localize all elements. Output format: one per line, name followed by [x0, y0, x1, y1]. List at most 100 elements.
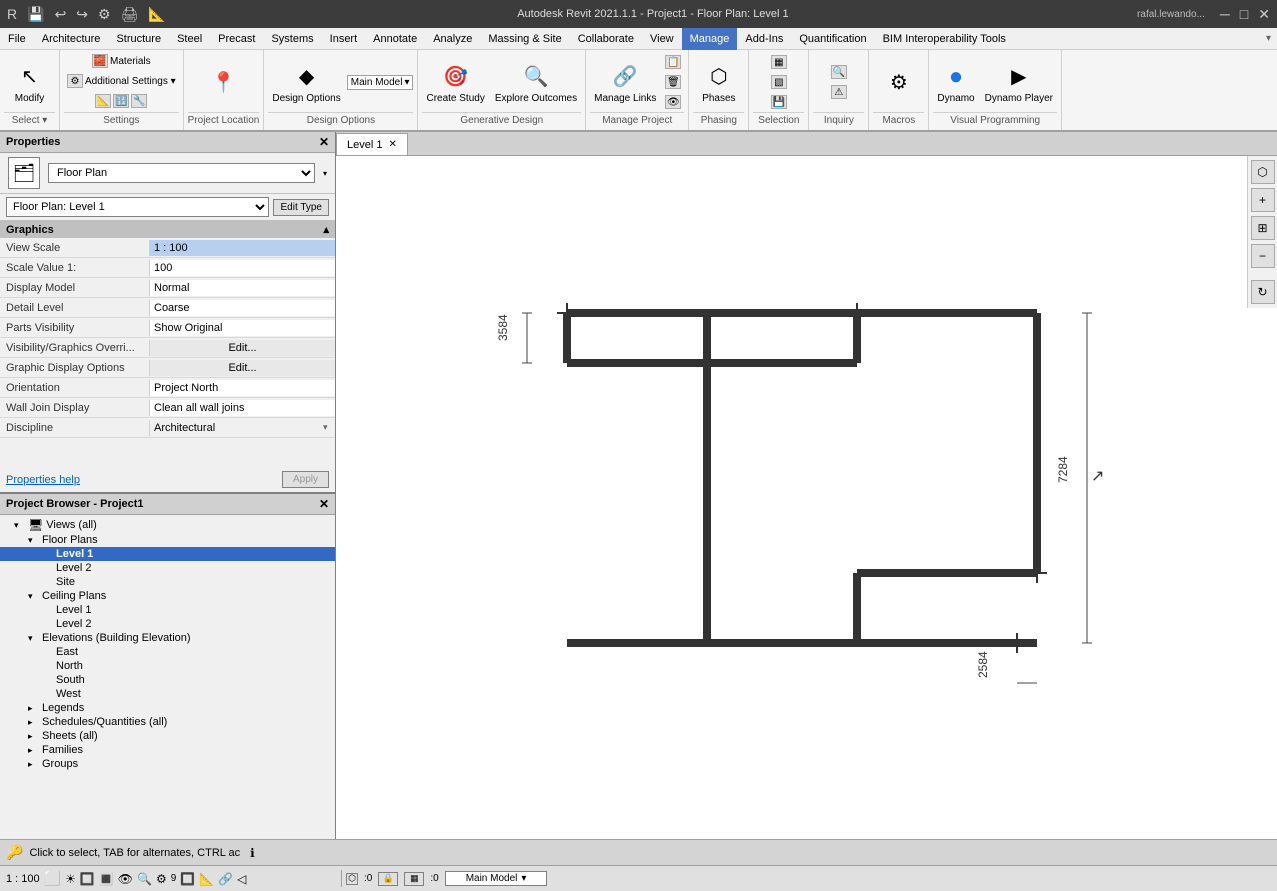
minimize-btn[interactable]: ─	[1217, 4, 1233, 24]
tree-item-level2-floor[interactable]: Level 2	[0, 561, 335, 575]
prop-value-graphic-display[interactable]: Edit...	[150, 360, 335, 376]
menu-massing[interactable]: Massing & Site	[480, 28, 569, 50]
tree-item-families[interactable]: ▸ Families	[0, 743, 335, 757]
prop-value-visibility-graphics[interactable]: Edit...	[150, 340, 335, 356]
coord-lock-btn[interactable]: 🔒	[378, 872, 398, 886]
design-options-button[interactable]: ◆ Design Options	[268, 59, 344, 106]
prop-value-discipline[interactable]: Architectural	[150, 420, 323, 436]
tree-item-level1[interactable]: Level 1	[0, 547, 335, 561]
view-control-4[interactable]: 🔳	[99, 872, 114, 886]
inquiry-ids-btn[interactable]: 🔍	[828, 63, 850, 81]
manage-links-button[interactable]: 🔗 Manage Links	[590, 59, 660, 106]
tree-item-legends[interactable]: ▸ Legends	[0, 701, 335, 715]
options-btn[interactable]: ⚙	[95, 4, 114, 25]
additional-settings-button[interactable]: ⚙Additional Settings ▾	[64, 72, 179, 90]
apply-button[interactable]: Apply	[282, 471, 329, 488]
view-control-1[interactable]: ⬜	[44, 870, 61, 887]
view-control-9[interactable]: 📐	[199, 872, 214, 886]
status-info-icon[interactable]: ℹ	[250, 846, 255, 860]
view-control-5[interactable]: 👁	[118, 872, 133, 886]
menu-analyze[interactable]: Analyze	[425, 28, 480, 50]
menu-structure[interactable]: Structure	[108, 28, 169, 50]
dynamo-button[interactable]: ● Dynamo	[933, 59, 978, 106]
tree-item-ceiling-level2[interactable]: Level 2	[0, 617, 335, 631]
view-control-3[interactable]: 🔲	[80, 872, 95, 886]
tree-item-site[interactable]: Site	[0, 575, 335, 589]
revit-logo[interactable]: R	[4, 4, 20, 24]
measure-btn[interactable]: 📐	[145, 4, 168, 25]
phases-button[interactable]: ⬡ Phases	[698, 59, 739, 106]
menu-view[interactable]: View	[642, 28, 682, 50]
level-select-btn[interactable]: ▦	[404, 872, 424, 886]
tree-item-north[interactable]: North	[0, 659, 335, 673]
selection-load-btn[interactable]: ▧	[768, 73, 790, 91]
prop-value-wall-join[interactable]: Clean all wall joins	[150, 400, 335, 416]
3d-view-btn[interactable]: ⬡	[1251, 160, 1275, 184]
properties-scroll[interactable]: View Scale 1 : 100 Scale Value 1: 100 Di…	[0, 238, 335, 467]
redo-btn[interactable]: ↪	[73, 4, 91, 25]
explore-outcomes-button[interactable]: 🔍 Explore Outcomes	[491, 59, 581, 106]
tree-item-elevations[interactable]: ▾ Elevations (Building Elevation)	[0, 631, 335, 645]
selection-save-btn[interactable]: 💾	[768, 93, 790, 111]
graphics-section-header[interactable]: Graphics ▴	[0, 221, 335, 238]
print-btn[interactable]: 🖨	[118, 4, 142, 25]
view-control-7[interactable]: ⚙	[156, 872, 167, 886]
macros-button[interactable]: ⚙	[879, 64, 919, 100]
undo-btn[interactable]: ↩	[52, 4, 70, 25]
dynamo-player-button[interactable]: ▶ Dynamo Player	[981, 59, 1057, 106]
menu-addins[interactable]: Add-Ins	[737, 28, 791, 50]
selection-filter-btn[interactable]: ▦	[768, 53, 790, 71]
menu-collaborate[interactable]: Collaborate	[570, 28, 642, 50]
prop-value-parts-visibility[interactable]: Show Original	[150, 320, 335, 336]
view-control-2[interactable]: ☀	[65, 872, 76, 886]
tree-item-groups[interactable]: ▸ Groups	[0, 757, 335, 771]
tree-item-ceiling-plans[interactable]: ▾ Ceiling Plans	[0, 589, 335, 603]
close-btn[interactable]: ✕	[1255, 4, 1273, 25]
view-control-10[interactable]: 🔗	[218, 872, 233, 886]
status-icon[interactable]: 🔑	[6, 844, 23, 861]
zoom-in-btn[interactable]: +	[1251, 188, 1275, 212]
zoom-out-btn[interactable]: −	[1251, 244, 1275, 268]
save-btn[interactable]: 💾	[24, 4, 47, 25]
materials-button[interactable]: 🧱Materials	[89, 52, 154, 70]
tree-item-ceiling-level1[interactable]: Level 1	[0, 603, 335, 617]
prop-value-scale-value[interactable]: 100	[150, 260, 335, 276]
view-control-8[interactable]: 🔲	[180, 872, 195, 886]
tree-item-east[interactable]: East	[0, 645, 335, 659]
menu-precast[interactable]: Precast	[210, 28, 263, 50]
modify-button[interactable]: ↖ Modify	[10, 59, 50, 106]
prop-value-orientation[interactable]: Project North	[150, 380, 335, 396]
menu-architecture[interactable]: Architecture	[34, 28, 109, 50]
ribbon-expand-icon[interactable]: ▾	[1266, 33, 1271, 44]
menu-steel[interactable]: Steel	[169, 28, 210, 50]
snap-settings-button[interactable]: 📐 🔢 🔧	[92, 92, 150, 110]
zoom-fit-btn[interactable]: ⊞	[1251, 216, 1275, 240]
project-browser-close-btn[interactable]: ✕	[319, 497, 329, 511]
create-study-button[interactable]: 🎯 Create Study	[422, 59, 488, 106]
model-select-dropdown[interactable]: Main Model ▾	[445, 871, 548, 886]
prop-value-detail-level[interactable]: Coarse	[150, 300, 335, 316]
tree-item-schedules[interactable]: ▸ Schedules/Quantities (all)	[0, 715, 335, 729]
menu-file[interactable]: File	[0, 28, 34, 50]
tab-level1-close[interactable]: ✕	[388, 139, 396, 150]
rotate-btn[interactable]: ↻	[1251, 280, 1275, 304]
worksets-btn[interactable]: ⬡	[346, 873, 358, 885]
menu-systems[interactable]: Systems	[263, 28, 321, 50]
purge-btn[interactable]: 🗑	[662, 73, 684, 91]
properties-help-link[interactable]: Properties help	[6, 474, 80, 486]
review-btn[interactable]: 👁	[662, 93, 684, 111]
tree-item-floor-plans[interactable]: ▾ Floor Plans	[0, 533, 335, 547]
menu-annotate[interactable]: Annotate	[365, 28, 425, 50]
main-model-dropdown[interactable]: Main Model▾	[347, 75, 414, 90]
discipline-scroll-down[interactable]: ▾	[323, 422, 335, 433]
tree-item-views-all[interactable]: ▾ 🖥 Views (all)	[0, 517, 335, 533]
tab-level1[interactable]: Level 1 ✕	[336, 133, 408, 155]
prop-value-display-model[interactable]: Normal	[150, 280, 335, 296]
menu-manage[interactable]: Manage	[682, 28, 738, 50]
type-dropdown[interactable]: Floor Plan	[48, 163, 315, 183]
project-location-button[interactable]: 📍	[204, 64, 244, 100]
properties-close-btn[interactable]: ✕	[319, 135, 329, 149]
maximize-btn[interactable]: □	[1237, 4, 1251, 24]
menu-bim[interactable]: BIM Interoperability Tools	[875, 28, 1014, 50]
prop-value-view-scale[interactable]: 1 : 100	[150, 240, 335, 256]
